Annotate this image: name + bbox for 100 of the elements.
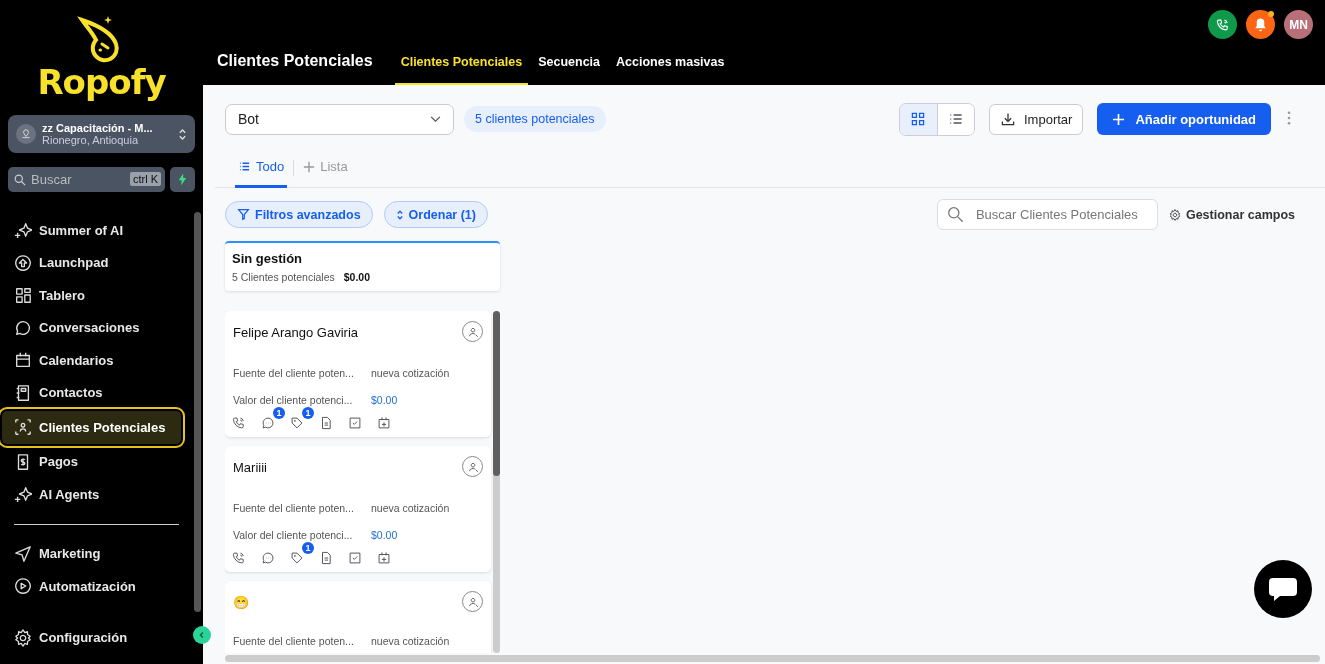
phone-button[interactable]: [1208, 10, 1237, 39]
play-icon: [14, 577, 32, 596]
field-label: Fuente del cliente poten...: [233, 366, 355, 379]
book-icon: [14, 383, 32, 402]
chevron-left-icon: [198, 631, 206, 639]
people-icon: [14, 418, 32, 437]
plus-icon: [1112, 112, 1126, 126]
sidebar-item[interactable]: Configuración: [8, 621, 185, 654]
plus-icon: [303, 160, 316, 173]
list-view-button[interactable]: [937, 103, 974, 135]
note-icon: [319, 416, 333, 430]
sidebar-item[interactable]: Marketing: [8, 537, 185, 570]
phone-icon: [232, 416, 246, 430]
search-icon: [14, 174, 26, 186]
tag-action-button[interactable]: 1: [289, 542, 314, 566]
count-badge: 1: [302, 407, 314, 419]
leads-search-field[interactable]: Buscar Clientes Potenciales: [936, 199, 1158, 230]
lead-card[interactable]: Felipe Arango Gaviria Fuente del cliente poten... nueva cotización Valor del cliente potenci... $0.00 1 1: [225, 311, 491, 437]
task-icon: [348, 416, 362, 430]
assign-user-button[interactable]: [462, 456, 483, 477]
note-icon: [319, 551, 333, 565]
brand-name: Ropofy: [37, 64, 166, 100]
count-badge: 5 clientes potenciales: [464, 106, 606, 132]
sidebar-item[interactable]: Conversaciones: [8, 311, 185, 344]
header-tab[interactable]: Secuencia: [532, 55, 607, 85]
sparkle-icon: [14, 221, 32, 240]
lead-name: 😁: [233, 595, 249, 610]
chat-widget-button[interactable]: [1254, 560, 1312, 618]
count-badge: 1: [302, 542, 314, 554]
horizontal-scrollbar[interactable]: [225, 655, 1320, 662]
workspace-location: Rionegro, Antioquia: [42, 134, 139, 146]
manage-fields-button[interactable]: Gestionar campos: [1168, 207, 1295, 222]
sidebar-item[interactable]: Automatización: [8, 570, 185, 603]
notifications-button[interactable]: [1246, 10, 1275, 39]
field-value: nueva cotización: [371, 501, 450, 514]
sidebar-scrollbar[interactable]: [194, 212, 201, 612]
sort-button[interactable]: Ordenar (1): [383, 201, 488, 228]
sidebar-item[interactable]: Contactos: [8, 376, 185, 409]
sidebar-item[interactable]: Pagos: [8, 445, 185, 478]
sidebar-item[interactable]: Tablero: [8, 279, 185, 312]
list-icon: [238, 160, 251, 173]
header-tab[interactable]: Acciones masivas: [610, 55, 731, 85]
lead-name: Felipe Arango Gaviria: [233, 325, 358, 340]
advanced-filters-button[interactable]: Filtros avanzados: [225, 201, 373, 228]
pipeline-select[interactable]: Bot: [225, 103, 454, 135]
collapse-sidebar-button[interactable]: [193, 626, 211, 644]
grid-view-button[interactable]: [900, 103, 937, 135]
gear-icon: [1168, 208, 1181, 221]
page-title: Clientes Potenciales: [217, 52, 373, 70]
person-icon: [466, 595, 479, 608]
list-icon: [948, 111, 964, 127]
field-label: Valor del cliente potenci...: [233, 528, 354, 541]
stage-name: Sin gestión: [232, 251, 304, 266]
lead-card[interactable]: Mariiii Fuente del cliente poten... nueva cotización Valor del cliente potenci... $0.00 1: [225, 446, 491, 572]
chat-icon: [14, 318, 32, 337]
search-icon: [946, 206, 964, 223]
gear-icon: [14, 628, 32, 647]
location-icon: [16, 124, 36, 144]
sidebar-item[interactable]: Launchpad: [8, 246, 185, 279]
workspace-name: zz Capacitación - M...: [42, 122, 154, 134]
add-opportunity-button[interactable]: Añadir oportunidad: [1097, 103, 1271, 135]
assign-user-button[interactable]: [462, 321, 483, 342]
lightning-icon: [178, 173, 187, 186]
field-value: nueva cotización: [371, 366, 450, 379]
chat-action-button[interactable]: 1: [260, 407, 285, 431]
sidebar-item[interactable]: AI Agents: [8, 478, 185, 511]
import-button[interactable]: Importar: [989, 103, 1084, 135]
sidebar-item[interactable]: Summer of AI: [8, 214, 185, 247]
calendar-icon: [14, 351, 32, 370]
quick-action-button[interactable]: [170, 167, 195, 192]
download-icon: [1000, 111, 1016, 127]
workspace-switcher[interactable]: zz Capacitación - M... Rionegro, Antioquia: [8, 115, 195, 153]
grid-icon: [14, 286, 32, 305]
person-icon: [466, 460, 479, 473]
assign-user-button[interactable]: [462, 591, 483, 612]
chevron-updown-icon: [395, 208, 404, 221]
phone-icon: [232, 551, 246, 565]
grid-icon: [910, 111, 927, 127]
appointment-icon: [377, 551, 391, 565]
column-scrollbar[interactable]: [493, 311, 500, 653]
chat-bubble-icon: [1268, 576, 1298, 602]
bell-icon: [1253, 17, 1268, 32]
chat-icon: [261, 416, 275, 430]
tag-icon: [290, 416, 304, 430]
chevron-updown-icon: [178, 126, 187, 142]
view-tab[interactable]: Todo: [235, 148, 288, 188]
field-value: $0.00: [371, 393, 398, 406]
person-icon: [466, 325, 479, 338]
tag-action-button[interactable]: 1: [289, 407, 314, 431]
user-avatar[interactable]: MN: [1284, 10, 1313, 39]
sparkle-icon: [14, 485, 32, 504]
kebab-menu-icon: [1287, 110, 1291, 125]
count-badge: 1: [273, 407, 285, 419]
phone-icon: [1215, 17, 1230, 32]
sidebar-item[interactable]: Calendarios: [8, 344, 185, 377]
tag-icon: [290, 551, 304, 565]
task-icon: [348, 551, 362, 565]
chat-icon: [261, 551, 275, 565]
stage-count: 5 Clientes potenciales: [232, 271, 335, 283]
lead-card[interactable]: 😁 Fuente del cliente poten... nueva cotización: [225, 581, 491, 653]
